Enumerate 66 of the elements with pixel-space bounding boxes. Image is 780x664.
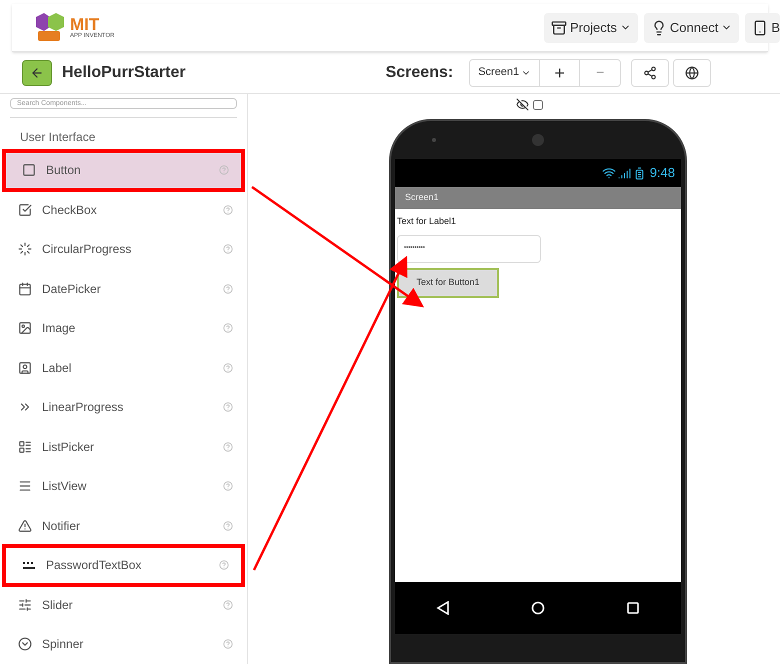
- palette-item[interactable]: Label: [0, 348, 247, 388]
- screens-label: Screens:: [386, 62, 454, 82]
- home-icon: [530, 601, 545, 615]
- component-icon: [18, 440, 32, 454]
- phone-button[interactable]: Text for Button1: [397, 268, 499, 298]
- hidden-checkbox[interactable]: [532, 100, 542, 110]
- component-icon: [18, 637, 32, 652]
- nodes-icon: [643, 66, 658, 80]
- palette-item[interactable]: Notifier: [0, 506, 247, 546]
- recents-icon: [626, 601, 640, 615]
- help-icon: [223, 244, 233, 254]
- help-icon: [223, 323, 233, 334]
- help-icon: [223, 204, 233, 215]
- screen-dropdown[interactable]: Screen1: [470, 60, 540, 86]
- archive-icon: [550, 20, 567, 36]
- help-icon: [219, 165, 229, 176]
- help-icon: [223, 600, 233, 610]
- screen-title: Screen1: [405, 191, 439, 204]
- palette-item[interactable]: Button: [4, 150, 243, 190]
- component-icon: [22, 163, 36, 178]
- palette-item[interactable]: Slider: [0, 585, 247, 624]
- back-button[interactable]: [22, 60, 52, 86]
- label-text: Text for Label1: [397, 215, 456, 228]
- menu-button[interactable]: B: [745, 12, 780, 42]
- help-icon: [223, 639, 233, 650]
- help-icon: [223, 442, 233, 452]
- component-icon: [18, 479, 32, 494]
- share-button[interactable]: [631, 58, 670, 86]
- menu-button[interactable]: Projects: [544, 12, 638, 42]
- globe-button[interactable]: [673, 58, 712, 86]
- phone-icon: [752, 20, 768, 36]
- component-icon: [18, 282, 32, 296]
- component-icon: [18, 360, 32, 375]
- palette-item[interactable]: LinearProgress: [0, 388, 247, 427]
- project-name: HelloPurrStarter: [62, 62, 186, 82]
- help-icon: [223, 481, 233, 492]
- component-icon: [18, 321, 32, 336]
- menu-button[interactable]: Connect: [644, 12, 740, 42]
- help-icon: [223, 520, 233, 531]
- help-icon: [223, 362, 233, 373]
- palette-item[interactable]: ListPicker: [0, 427, 247, 466]
- wifi-icon: [602, 166, 616, 180]
- hidden-eye-icon: [516, 98, 528, 111]
- palette-item[interactable]: CheckBox: [0, 190, 247, 230]
- component-icon: [18, 202, 32, 217]
- battery-icon: [632, 166, 646, 180]
- status-time: 9:48: [650, 164, 675, 182]
- palette-item[interactable]: DatePicker: [0, 269, 247, 308]
- signal-icon: [618, 166, 631, 180]
- component-icon: [18, 242, 32, 256]
- palette-item[interactable]: ListView: [0, 466, 247, 506]
- help-icon: [219, 560, 229, 570]
- component-icon: [18, 598, 32, 612]
- back-arrow-icon: [30, 66, 44, 80]
- back-icon: [436, 601, 450, 615]
- palette-item[interactable]: PasswordTextBox: [4, 546, 243, 585]
- category-heading: User Interface: [20, 128, 96, 146]
- help-icon: [223, 284, 233, 294]
- palette-item[interactable]: CircularProgress: [0, 230, 247, 269]
- globe-icon: [685, 66, 700, 80]
- component-icon: [18, 518, 32, 533]
- palette-item[interactable]: Spinner: [0, 624, 247, 664]
- logo-title: MIT: [70, 16, 100, 33]
- help-icon: [223, 402, 233, 412]
- palette-item[interactable]: Image: [0, 308, 247, 348]
- add-screen-button[interactable]: +: [540, 60, 580, 86]
